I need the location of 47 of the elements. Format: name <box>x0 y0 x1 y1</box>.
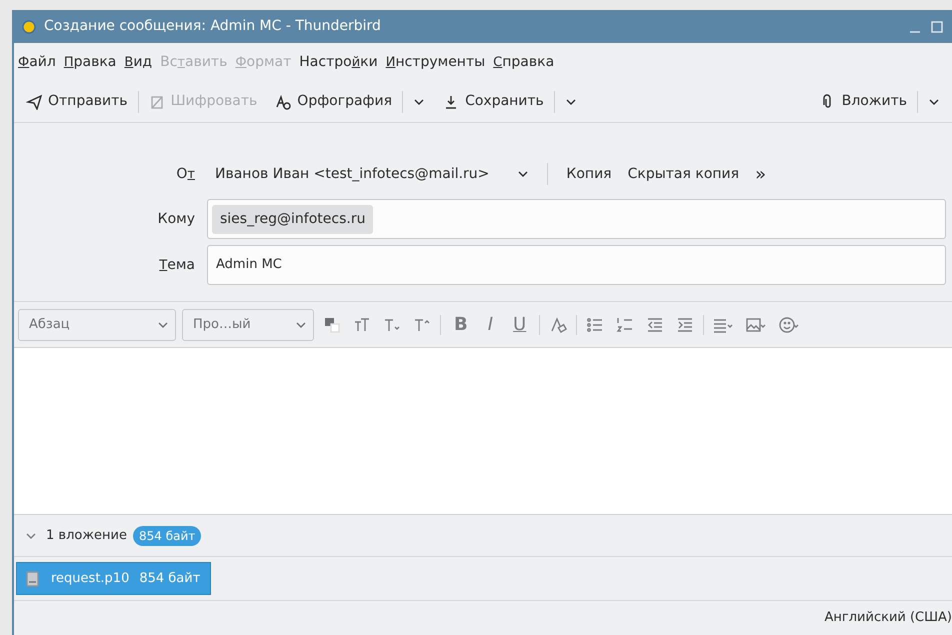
clear-format-icon[interactable] <box>549 316 568 334</box>
emoji-icon[interactable] <box>779 316 800 334</box>
language-status[interactable]: Английский (США) <box>824 608 952 628</box>
toolbar-button[interactable]: Отправить <box>18 87 136 116</box>
window-title: Создание сообщения: Admin MC - Thunderbird <box>44 17 381 36</box>
indent-icon[interactable] <box>676 316 694 334</box>
toolbar-button[interactable]: Орфография <box>267 87 400 116</box>
cc-button[interactable]: Копия <box>558 160 620 188</box>
bcc-button[interactable]: Скрытая копия <box>620 160 748 188</box>
size-badge: 854 байт <box>132 526 202 546</box>
paragraph-select[interactable]: Абзац <box>18 308 176 340</box>
encrypt-icon <box>148 94 165 110</box>
italic-button[interactable]: I <box>480 311 500 338</box>
font-size-icon[interactable] <box>353 316 371 334</box>
underline-button[interactable]: U <box>506 311 534 338</box>
text-color-icon[interactable] <box>323 316 341 334</box>
menu-item[interactable]: Файл <box>18 52 56 72</box>
paragraph-text: Абзац <box>29 316 70 334</box>
menu-item[interactable]: Вид <box>124 52 152 72</box>
menu-item[interactable]: Правка <box>64 52 116 72</box>
menu-item[interactable]: Настройки <box>299 52 378 72</box>
spellcheck-icon <box>275 94 292 110</box>
bullet-list-icon[interactable] <box>586 316 604 334</box>
subject-field[interactable]: Admin MC <box>207 245 946 285</box>
font-select[interactable]: Про…ый <box>182 308 314 340</box>
outdent-icon[interactable] <box>646 316 664 334</box>
from-select[interactable]: Иванов Иван <test_infotecs@mail.ru> <box>207 160 538 188</box>
bold-button[interactable]: B <box>447 311 475 338</box>
attachment-count: 1 вложение <box>46 526 127 545</box>
toolbar-button[interactable]: Сохранить <box>435 87 552 116</box>
file-icon <box>25 570 41 586</box>
send-icon <box>26 94 42 110</box>
more-button[interactable]: » <box>747 156 774 192</box>
subject-text: Admin MC <box>216 256 282 274</box>
recipient-pill[interactable]: sies_reg@infotecs.ru <box>212 204 374 234</box>
subject-label: Тема <box>158 256 196 274</box>
to-label: Кому <box>156 210 196 228</box>
menu-item[interactable]: Инструменты <box>386 52 486 72</box>
app-icon <box>22 20 36 34</box>
font-text: Про…ый <box>193 316 251 334</box>
menu-item[interactable]: Справка <box>493 52 554 72</box>
maximize-icon[interactable] <box>930 20 944 34</box>
toolbar-button[interactable]: Вложить <box>812 87 915 116</box>
from-label: От <box>175 164 196 184</box>
recipient-field[interactable]: sies_reg@infotecs.ru <box>207 199 946 239</box>
numbered-list-icon[interactable] <box>616 316 634 334</box>
image-icon[interactable] <box>746 316 768 334</box>
